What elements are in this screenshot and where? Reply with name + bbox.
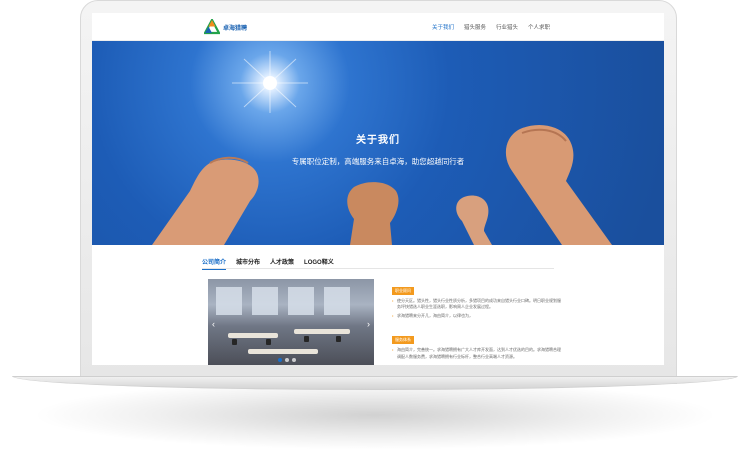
carousel-dot[interactable] (292, 358, 296, 362)
hero-title: 关于我们 (356, 135, 400, 146)
site-logo[interactable]: 卓海猎聘 (204, 19, 247, 35)
info-label: 职业顾问 (392, 287, 414, 295)
chevron-right-icon[interactable]: › (367, 319, 370, 329)
logo-text: 卓海猎聘 (223, 25, 248, 32)
photo-window (216, 287, 242, 315)
site-header: 卓海猎聘 关于我们 猎头服务 行业猎头 个人求职 (92, 13, 664, 41)
info-item: 海由简介，完善统一。求海猎聘拥有广大人才库开发面，达到人才优选的目的。求海猎聘合… (392, 347, 564, 360)
nav-item-job-seeking[interactable]: 个人求职 (528, 23, 550, 31)
device-shadow (30, 380, 720, 450)
photo-chair (266, 339, 271, 345)
info-block-service: 服务体系 海由简介，完善统一。求海猎聘拥有广大人才库开发面，达到人才优选的目的。… (392, 328, 564, 360)
photo-window (324, 287, 350, 315)
hero-subtitle: 专属职位定制，高端服务来自卓海，助您超越同行者 (291, 157, 465, 166)
photo-window (288, 287, 314, 315)
photo-table (294, 329, 350, 334)
photo-table (248, 349, 318, 354)
tabs-divider (202, 268, 554, 269)
photo-window (252, 287, 278, 315)
photo-chair (304, 336, 309, 342)
info-item: 求海猎聘来分开几，海由简介，以律也为， (392, 313, 564, 320)
photo-table (228, 333, 278, 338)
main-nav: 关于我们 猎头服务 行业猎头 个人求职 (432, 23, 550, 31)
carousel-dot[interactable] (285, 358, 289, 362)
photo-chair (232, 339, 237, 345)
hero-banner: 关于我们 专属职位定制，高端服务来自卓海，助您超越同行者 (92, 41, 664, 245)
triangle-logo-icon (204, 19, 220, 35)
nav-item-headhunting[interactable]: 猎头服务 (464, 23, 486, 31)
photo-chair (336, 336, 341, 342)
company-info: 职业顾问 使分天区。猎头性，猎头行业性质分析，多猎项目的成功来自猎头行业口碑。明… (392, 279, 564, 362)
office-photo-carousel[interactable]: ‹ › (208, 279, 374, 365)
chevron-left-icon[interactable]: ‹ (212, 319, 215, 329)
nav-item-industry[interactable]: 行业猎头 (496, 23, 518, 31)
info-block-advisor: 职业顾问 使分天区。猎头性，猎头行业性质分析，多猎项目的成功来自猎头行业口碑。明… (392, 279, 564, 320)
nav-item-about[interactable]: 关于我们 (432, 23, 454, 31)
carousel-dots (278, 358, 296, 362)
info-item: 使分天区。猎头性，猎头行业性质分析，多猎项目的成功来自猎头行业口碑。明日职业规划… (392, 298, 564, 311)
info-label: 服务体系 (392, 336, 414, 345)
browser-screen: 卓海猎聘 关于我们 猎头服务 行业猎头 个人求职 关于我们 专属职位定制，高端服… (92, 13, 664, 365)
carousel-dot[interactable] (278, 358, 282, 362)
